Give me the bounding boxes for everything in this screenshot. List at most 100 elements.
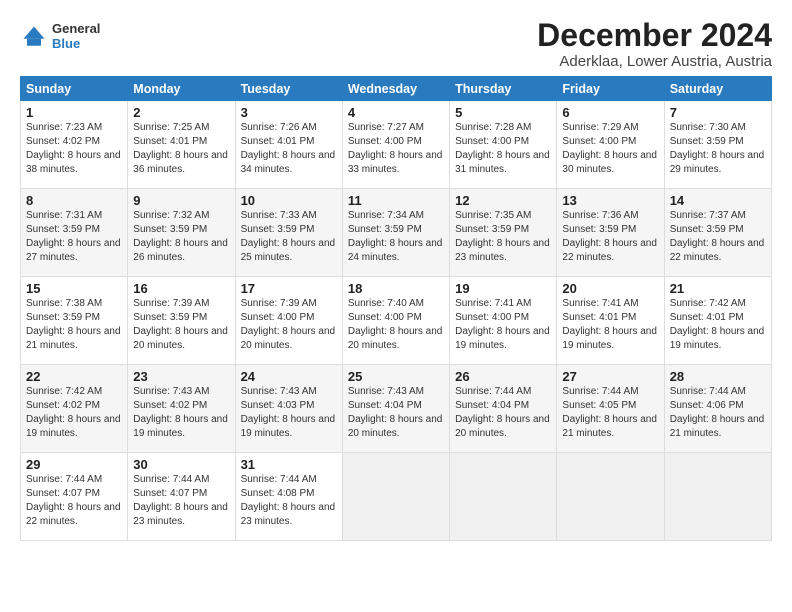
- calendar-cell: 25Sunrise: 7:43 AMSunset: 4:04 PMDayligh…: [342, 365, 449, 453]
- weekday-header-row: SundayMondayTuesdayWednesdayThursdayFrid…: [21, 77, 772, 101]
- calendar-week-5: 29 Sunrise: 7:44 AMSunset: 4:07 PMDayligh…: [21, 453, 772, 541]
- calendar-week-3: 15Sunrise: 7:38 AMSunset: 3:59 PMDayligh…: [21, 277, 772, 365]
- day-number: 12: [455, 193, 551, 208]
- day-number: 1: [26, 105, 122, 120]
- calendar-cell: 19Sunrise: 7:41 AMSunset: 4:00 PMDayligh…: [450, 277, 557, 365]
- day-info: Sunrise: 7:37 AMSunset: 3:59 PMDaylight:…: [670, 209, 766, 265]
- page: General Blue December 2024 Aderklaa, Low…: [0, 0, 792, 612]
- calendar-cell: 5Sunrise: 7:28 AMSunset: 4:00 PMDaylight…: [450, 101, 557, 189]
- day-number: 25: [348, 369, 444, 384]
- calendar-body: 1Sunrise: 7:23 AMSunset: 4:02 PMDaylight…: [21, 101, 772, 541]
- title-block: December 2024 Aderklaa, Lower Austria, A…: [537, 18, 772, 70]
- calendar-week-2: 8Sunrise: 7:31 AMSunset: 3:59 PMDaylight…: [21, 189, 772, 277]
- calendar-week-4: 22Sunrise: 7:42 AMSunset: 4:02 PMDayligh…: [21, 365, 772, 453]
- day-number: 6: [562, 105, 658, 120]
- day-info: Sunrise: 7:29 AMSunset: 4:00 PMDaylight:…: [562, 121, 658, 177]
- calendar-cell: 13Sunrise: 7:36 AMSunset: 3:59 PMDayligh…: [557, 189, 664, 277]
- day-number: 11: [348, 193, 444, 208]
- calendar-cell: 21Sunrise: 7:42 AMSunset: 4:01 PMDayligh…: [664, 277, 771, 365]
- day-info: Sunrise: 7:44 AMSunset: 4:06 PMDaylight:…: [670, 385, 766, 441]
- calendar-cell: 23Sunrise: 7:43 AMSunset: 4:02 PMDayligh…: [128, 365, 235, 453]
- calendar-cell: 20Sunrise: 7:41 AMSunset: 4:01 PMDayligh…: [557, 277, 664, 365]
- calendar-cell: [450, 453, 557, 541]
- calendar-cell: 26Sunrise: 7:44 AMSunset: 4:04 PMDayligh…: [450, 365, 557, 453]
- day-number: 21: [670, 281, 766, 296]
- day-number: 17: [241, 281, 337, 296]
- day-info: Sunrise: 7:34 AMSunset: 3:59 PMDaylight:…: [348, 209, 444, 265]
- day-number: 29: [26, 457, 122, 472]
- weekday-header-friday: Friday: [557, 77, 664, 101]
- day-info: Sunrise: 7:33 AMSunset: 3:59 PMDaylight:…: [241, 209, 337, 265]
- day-info: Sunrise: 7:39 AMSunset: 4:00 PMDaylight:…: [241, 297, 337, 353]
- day-number: 5: [455, 105, 551, 120]
- header: General Blue December 2024 Aderklaa, Low…: [20, 18, 772, 70]
- weekday-header-monday: Monday: [128, 77, 235, 101]
- calendar-cell: 14Sunrise: 7:37 AMSunset: 3:59 PMDayligh…: [664, 189, 771, 277]
- day-info: Sunrise: 7:42 AMSunset: 4:01 PMDaylight:…: [670, 297, 766, 353]
- calendar-cell: 3Sunrise: 7:26 AMSunset: 4:01 PMDaylight…: [235, 101, 342, 189]
- day-number: 18: [348, 281, 444, 296]
- day-number: 13: [562, 193, 658, 208]
- calendar-cell: 22Sunrise: 7:42 AMSunset: 4:02 PMDayligh…: [21, 365, 128, 453]
- logo-general: General: [52, 22, 100, 37]
- day-info: Sunrise: 7:40 AMSunset: 4:00 PMDaylight:…: [348, 297, 444, 353]
- day-number: 27: [562, 369, 658, 384]
- calendar-cell: 24Sunrise: 7:43 AMSunset: 4:03 PMDayligh…: [235, 365, 342, 453]
- weekday-header-tuesday: Tuesday: [235, 77, 342, 101]
- weekday-header-thursday: Thursday: [450, 77, 557, 101]
- calendar-cell: 4Sunrise: 7:27 AMSunset: 4:00 PMDaylight…: [342, 101, 449, 189]
- calendar-table: SundayMondayTuesdayWednesdayThursdayFrid…: [20, 76, 772, 541]
- day-number: 8: [26, 193, 122, 208]
- calendar-cell: 6Sunrise: 7:29 AMSunset: 4:00 PMDaylight…: [557, 101, 664, 189]
- calendar-cell: 18Sunrise: 7:40 AMSunset: 4:00 PMDayligh…: [342, 277, 449, 365]
- day-number: 3: [241, 105, 337, 120]
- day-number: 30: [133, 457, 229, 472]
- day-info: Sunrise: 7:44 AMSunset: 4:08 PMDaylight:…: [241, 473, 337, 529]
- day-number: 4: [348, 105, 444, 120]
- calendar-cell: 17Sunrise: 7:39 AMSunset: 4:00 PMDayligh…: [235, 277, 342, 365]
- day-number: 31: [241, 457, 337, 472]
- calendar-cell: 30Sunrise: 7:44 AMSunset: 4:07 PMDayligh…: [128, 453, 235, 541]
- calendar-cell: [557, 453, 664, 541]
- day-number: 7: [670, 105, 766, 120]
- calendar-cell: 11Sunrise: 7:34 AMSunset: 3:59 PMDayligh…: [342, 189, 449, 277]
- day-info: Sunrise: 7:30 AMSunset: 3:59 PMDaylight:…: [670, 121, 766, 177]
- day-info: Sunrise: 7:32 AMSunset: 3:59 PMDaylight:…: [133, 209, 229, 265]
- day-number: 15: [26, 281, 122, 296]
- day-info: Sunrise: 7:35 AMSunset: 3:59 PMDaylight:…: [455, 209, 551, 265]
- day-info: Sunrise: 7:44 AMSunset: 4:05 PMDaylight:…: [562, 385, 658, 441]
- day-info: Sunrise: 7:44 AMSunset: 4:04 PMDaylight:…: [455, 385, 551, 441]
- day-info: Sunrise: 7:25 AMSunset: 4:01 PMDaylight:…: [133, 121, 229, 177]
- calendar-cell: 16Sunrise: 7:39 AMSunset: 3:59 PMDayligh…: [128, 277, 235, 365]
- day-number: 20: [562, 281, 658, 296]
- day-info: Sunrise: 7:43 AMSunset: 4:02 PMDaylight:…: [133, 385, 229, 441]
- calendar-cell: 2Sunrise: 7:25 AMSunset: 4:01 PMDaylight…: [128, 101, 235, 189]
- day-info: Sunrise: 7:44 AMSunset: 4:07 PMDaylight:…: [133, 473, 229, 529]
- day-info: Sunrise: 7:38 AMSunset: 3:59 PMDaylight:…: [26, 297, 122, 353]
- calendar-cell: 8Sunrise: 7:31 AMSunset: 3:59 PMDaylight…: [21, 189, 128, 277]
- weekday-header-sunday: Sunday: [21, 77, 128, 101]
- day-number: 14: [670, 193, 766, 208]
- day-info: Sunrise: 7:41 AMSunset: 4:00 PMDaylight:…: [455, 297, 551, 353]
- day-info: Sunrise: 7:39 AMSunset: 3:59 PMDaylight:…: [133, 297, 229, 353]
- calendar-title: December 2024: [537, 18, 772, 53]
- day-number: 28: [670, 369, 766, 384]
- calendar-cell: 28Sunrise: 7:44 AMSunset: 4:06 PMDayligh…: [664, 365, 771, 453]
- day-info: Sunrise: 7:26 AMSunset: 4:01 PMDaylight:…: [241, 121, 337, 177]
- calendar-header: SundayMondayTuesdayWednesdayThursdayFrid…: [21, 77, 772, 101]
- calendar-cell: [342, 453, 449, 541]
- day-info: Sunrise: 7:41 AMSunset: 4:01 PMDaylight:…: [562, 297, 658, 353]
- day-number: 16: [133, 281, 229, 296]
- calendar-cell: 31Sunrise: 7:44 AMSunset: 4:08 PMDayligh…: [235, 453, 342, 541]
- day-info: Sunrise: 7:23 AMSunset: 4:02 PMDaylight:…: [26, 121, 122, 177]
- calendar-cell: 10Sunrise: 7:33 AMSunset: 3:59 PMDayligh…: [235, 189, 342, 277]
- calendar-cell: 15Sunrise: 7:38 AMSunset: 3:59 PMDayligh…: [21, 277, 128, 365]
- day-info: Sunrise: 7:28 AMSunset: 4:00 PMDaylight:…: [455, 121, 551, 177]
- logo-blue: Blue: [52, 37, 100, 52]
- day-number: 10: [241, 193, 337, 208]
- calendar-cell: 7Sunrise: 7:30 AMSunset: 3:59 PMDaylight…: [664, 101, 771, 189]
- calendar-cell: 1Sunrise: 7:23 AMSunset: 4:02 PMDaylight…: [21, 101, 128, 189]
- weekday-header-saturday: Saturday: [664, 77, 771, 101]
- day-info: Sunrise: 7:43 AMSunset: 4:04 PMDaylight:…: [348, 385, 444, 441]
- day-number: 22: [26, 369, 122, 384]
